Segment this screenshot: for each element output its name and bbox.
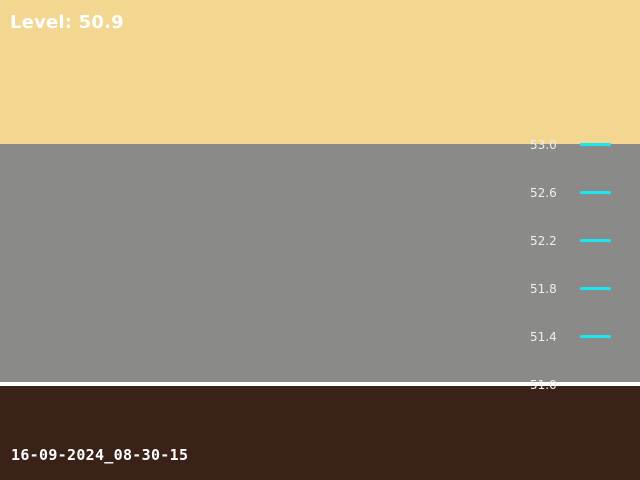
gauge-tick-mark	[580, 239, 611, 242]
gauge-tick-mark	[580, 335, 611, 338]
gauge-tick-label: 53.0	[530, 138, 557, 152]
gauge-tick-label: 52.2	[530, 234, 557, 248]
gauge-tick-mark	[580, 287, 611, 290]
camera-frame: 53.0 52.6 52.2 51.8 51.4 51.0 Level: 50.…	[0, 0, 640, 480]
timestamp-overlay: 16-09-2024_08-30-15	[11, 446, 189, 464]
staff-gauge: 53.0 52.6 52.2 51.8 51.4 51.0	[520, 130, 640, 400]
gauge-tick-label: 52.6	[530, 186, 557, 200]
gauge-tick-label: 51.8	[530, 282, 557, 296]
gauge-tick-mark	[580, 143, 611, 146]
gauge-tick-label: 51.0	[530, 378, 557, 392]
water-area	[0, 386, 640, 480]
gauge-tick-mark	[580, 191, 611, 194]
level-readout: Level: 50.9	[10, 12, 124, 33]
gauge-tick-label: 51.4	[530, 330, 557, 344]
